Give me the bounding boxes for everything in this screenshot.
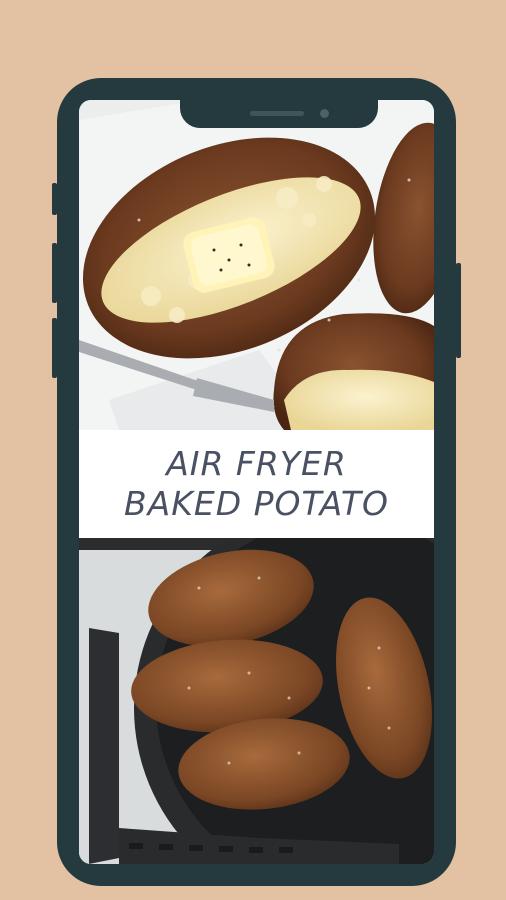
recipe-title-line-2: BAKED POTATO (124, 484, 389, 523)
phone-mockup: AIR FRYER BAKED POTATO (52, 78, 461, 886)
recipe-title-banner: AIR FRYER BAKED POTATO (79, 430, 434, 538)
phone-screen: AIR FRYER BAKED POTATO (79, 100, 434, 864)
volume-down-button (52, 318, 57, 378)
phone-notch (180, 100, 378, 128)
front-camera (320, 109, 329, 118)
speaker-grille (250, 111, 304, 116)
mute-switch (52, 183, 57, 215)
air-fryer-potatoes-photo (79, 538, 434, 864)
recipe-title-line-1: AIR FRYER (166, 444, 347, 483)
power-button (456, 263, 461, 358)
baked-potato-photo (79, 100, 434, 430)
volume-up-button (52, 243, 57, 303)
